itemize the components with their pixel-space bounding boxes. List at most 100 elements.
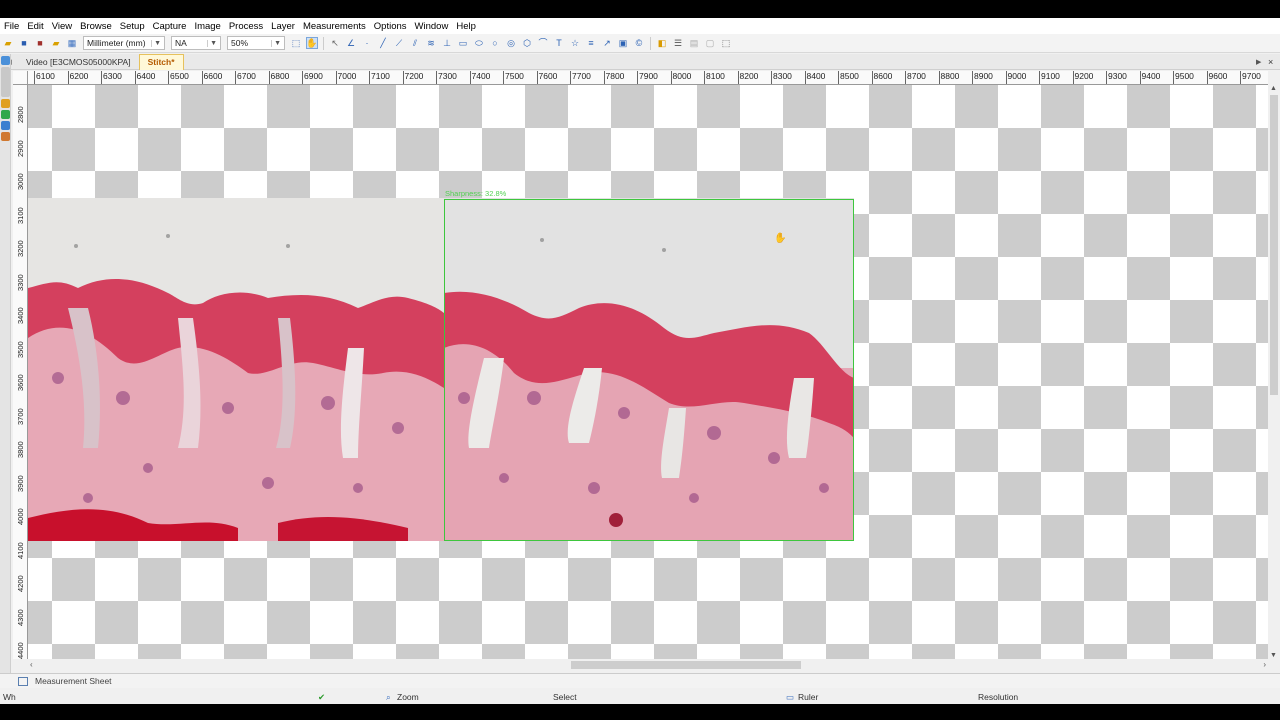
- concentric-circle-icon[interactable]: ◎: [505, 37, 517, 49]
- main-toolbar: ▰ ■ ■ ▰ ▦ Millimeter (mm) ▼ NA ▼ 50% ▼ ⬚…: [0, 34, 1280, 53]
- calibration-icon[interactable]: ▣: [617, 37, 629, 49]
- count-icon[interactable]: ©: [633, 37, 645, 49]
- horizontal-scrollbar[interactable]: ‹ ›: [28, 659, 1268, 671]
- ruler-label: 9700: [1240, 71, 1261, 84]
- export-icon[interactable]: ▤: [688, 37, 700, 49]
- ellipse-icon[interactable]: ⬭: [473, 37, 485, 49]
- ruler-label: 8300: [771, 71, 792, 84]
- ruler-label: 7200: [402, 71, 424, 84]
- rectangle-icon[interactable]: ▭: [457, 37, 469, 49]
- chevron-down-icon: ▼: [207, 39, 217, 47]
- menu-browse[interactable]: Browse: [76, 21, 116, 32]
- ruler-icon: ▭: [786, 692, 795, 702]
- status-ruler: Ruler: [798, 692, 819, 702]
- menu-process[interactable]: Process: [225, 21, 267, 32]
- angle-icon[interactable]: ∠: [345, 37, 357, 49]
- ruler-label: 7000: [335, 71, 357, 84]
- horizontal-ruler: 6100 6200 6300 6400 6500 6600 6700 6800 …: [28, 71, 1268, 85]
- stitch-canvas[interactable]: Sharpness: 32.8% ✋: [28, 85, 1268, 659]
- ruler-label: 8500: [838, 71, 859, 84]
- arrow-line-icon[interactable]: ⟋: [393, 37, 405, 49]
- scroll-left-icon[interactable]: ‹: [30, 660, 33, 669]
- crop-icon[interactable]: ⬚: [720, 37, 732, 49]
- ruler-label: 7800: [603, 71, 625, 84]
- menu-bar: File Edit View Browse Setup Capture Imag…: [0, 18, 1280, 34]
- line-icon[interactable]: ╱: [377, 37, 389, 49]
- menu-options[interactable]: Options: [370, 21, 411, 32]
- chevron-down-icon: ▼: [151, 39, 161, 47]
- process-panel-icon[interactable]: [1, 110, 10, 119]
- star-icon[interactable]: ☆: [569, 37, 581, 49]
- zoom-select[interactable]: 50% ▼: [227, 36, 285, 50]
- horizontal-scroll-thumb[interactable]: [571, 661, 801, 669]
- vertical-scroll-thumb[interactable]: [1270, 95, 1278, 395]
- select-rect-icon[interactable]: ⬚: [290, 37, 302, 49]
- folder-panel-icon[interactable]: [1, 99, 10, 108]
- menu-window[interactable]: Window: [411, 21, 453, 32]
- ruler-label: 9300: [1106, 71, 1127, 84]
- status-bar: Wh ✔ ⌕ Zoom Select ▭ Ruler Resolution: [0, 689, 1280, 704]
- unit-select[interactable]: Millimeter (mm) ▼: [83, 36, 165, 50]
- menu-edit[interactable]: Edit: [23, 21, 47, 32]
- curve-icon[interactable]: ⌒: [537, 37, 549, 49]
- status-select: Select: [553, 692, 577, 702]
- ruler-label: 2900: [16, 139, 25, 157]
- open-folder-icon[interactable]: ▰: [2, 37, 14, 49]
- menu-measurements[interactable]: Measurements: [299, 21, 370, 32]
- ruler-label: 4400: [16, 642, 25, 659]
- measurement-sheet-tab[interactable]: Measurement Sheet: [35, 676, 112, 686]
- tab-video[interactable]: Video [E3CMOS05000KPA]: [18, 54, 139, 70]
- copy-icon[interactable]: ▢: [704, 37, 716, 49]
- stitch-selection-frame[interactable]: [444, 199, 854, 541]
- camera-panel-tab[interactable]: [1, 67, 10, 97]
- ruler-label: 8800: [938, 71, 960, 84]
- layer-icon[interactable]: ◧: [656, 37, 668, 49]
- ruler-label: 3400: [16, 307, 25, 324]
- menu-help[interactable]: Help: [452, 21, 480, 32]
- menu-layer[interactable]: Layer: [267, 21, 299, 32]
- browse-folder-icon[interactable]: ▰: [50, 37, 62, 49]
- text-icon[interactable]: T: [553, 37, 565, 49]
- status-zoom: Zoom: [397, 692, 419, 702]
- menu-file[interactable]: File: [0, 21, 23, 32]
- scroll-down-icon[interactable]: ▼: [1270, 652, 1277, 659]
- parallel-icon[interactable]: ⫽: [409, 37, 421, 49]
- point-icon[interactable]: ·: [361, 37, 373, 49]
- save-icon[interactable]: ■: [18, 37, 30, 49]
- scroll-right-icon[interactable]: ›: [1263, 660, 1266, 669]
- menu-view[interactable]: View: [48, 21, 76, 32]
- circle-icon[interactable]: ○: [489, 37, 501, 49]
- hand-pan-icon[interactable]: ✋: [306, 37, 318, 49]
- save-as-icon[interactable]: ■: [34, 37, 46, 49]
- ruler-label: 6800: [268, 71, 290, 84]
- measure-panel-icon[interactable]: [1, 132, 10, 141]
- layout-icon[interactable]: ▦: [66, 37, 78, 49]
- scroll-up-icon[interactable]: ▲: [1270, 85, 1277, 92]
- tab-stitch[interactable]: Stitch*: [138, 53, 184, 70]
- toolbar-divider: [650, 36, 651, 50]
- ruler-label: 7500: [503, 71, 524, 84]
- ruler-label: 3000: [16, 173, 25, 190]
- perpendicular-icon[interactable]: ⊥: [441, 37, 453, 49]
- camera-panel-icon[interactable]: [1, 56, 10, 65]
- polygon-icon[interactable]: ⬡: [521, 37, 533, 49]
- ruler-label: 6100: [34, 71, 55, 84]
- pointer-icon[interactable]: ↖: [329, 37, 341, 49]
- ruler-label: 8600: [871, 71, 893, 84]
- ruler-label: 3600: [16, 374, 25, 391]
- vertical-scrollbar[interactable]: ▲ ▼: [1268, 85, 1280, 659]
- ruler-label: 3200: [16, 240, 25, 257]
- objective-select[interactable]: NA ▼: [171, 36, 221, 50]
- menu-capture[interactable]: Capture: [149, 21, 191, 32]
- menu-setup[interactable]: Setup: [116, 21, 149, 32]
- ruler-label: 8700: [905, 71, 926, 84]
- scale-bar-icon[interactable]: ≡: [585, 37, 597, 49]
- check-icon: ✔: [318, 692, 326, 702]
- layer-panel-icon[interactable]: [1, 121, 10, 130]
- multi-line-icon[interactable]: ≋: [425, 37, 437, 49]
- tabs-scroll-right-icon[interactable]: ▶: [1256, 58, 1268, 66]
- arrow-icon[interactable]: ↗: [601, 37, 613, 49]
- menu-image[interactable]: Image: [190, 21, 224, 32]
- close-icon[interactable]: ×: [1268, 57, 1280, 67]
- align-icon[interactable]: ☰: [672, 37, 684, 49]
